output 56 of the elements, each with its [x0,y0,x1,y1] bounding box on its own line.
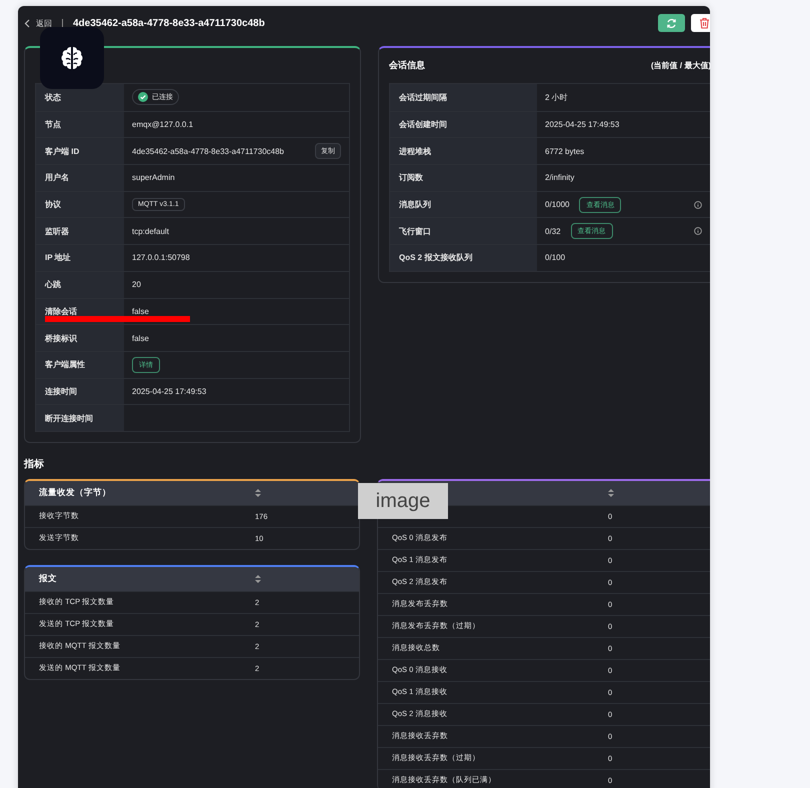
field-label: 飞行窗口 [399,226,432,237]
field-value: 2/infinity [545,173,574,182]
field-label: 会话创建时间 [399,119,448,130]
field-value: 6772 bytes [545,146,584,156]
field-label: 清除会话 [45,306,77,317]
info-icon[interactable] [694,200,702,209]
field-label: 客户端 ID [45,146,80,157]
refresh-button[interactable] [658,14,685,32]
field-value: tcp:default [132,226,169,236]
field-value: 2025-04-25 17:49:53 [545,120,620,130]
delete-button[interactable] [691,14,710,32]
field-label: 断开连接时间 [45,412,93,424]
field-label: 消息队列 [399,199,432,210]
field-label: 进程堆栈 [399,146,432,157]
field-value: emqx@127.0.0.1 [132,120,194,130]
section-title: 指标 [24,458,45,471]
field-value: 2 小时 [545,92,568,103]
field-value: false [132,334,149,343]
chevron-left-icon [24,18,30,28]
sort-icon[interactable] [255,488,261,497]
field-value: 4de35462-a58a-4778-8e33-a4711730c48b [132,146,284,156]
field-label: 心跳 [45,279,61,290]
field-value: superAdmin [132,173,175,182]
column-header: 流量收发（字节） [38,486,112,499]
client-id-title: 4de35462-a58a-4778-8e33-a4711730c48b [73,18,265,28]
brain-app-icon [40,27,104,89]
field-label: 客户端属性 [45,359,85,370]
field-value: 127.0.0.1:50798 [132,253,190,262]
field-value: 0/100 [545,253,566,262]
field-label: 桥接标识 [45,332,77,344]
field-label: 节点 [45,119,61,130]
field-label: 连接时间 [45,386,77,397]
field-label: 会话过期间隔 [399,92,448,103]
info-icon[interactable] [694,227,702,236]
image-label: image [358,483,448,519]
field-label: QoS 2 报文接收队列 [399,252,472,264]
field-value: 20 [132,280,141,290]
field-value: 0/32 [545,226,561,236]
field-label: 用户名 [45,172,69,184]
field-label: 监听器 [45,226,69,237]
field-label: 协议 [45,199,61,210]
refresh-icon [666,18,677,28]
separator [62,18,63,28]
field-value: 0/1000 [545,200,570,210]
field-label: 订阅数 [399,172,424,184]
field-value: false [132,306,149,316]
column-header: 报文 [38,572,58,585]
card-title: 会话信息 [389,59,426,72]
field-label: 状态 [45,92,61,103]
check-circle-icon [138,92,148,102]
field-value: 2025-04-25 17:49:53 [132,386,206,396]
back-link[interactable]: 返回 [24,18,52,28]
field-label: IP 地址 [45,252,71,264]
sort-icon[interactable] [608,488,614,497]
trash-icon [699,17,710,29]
sort-icon[interactable] [255,574,261,583]
